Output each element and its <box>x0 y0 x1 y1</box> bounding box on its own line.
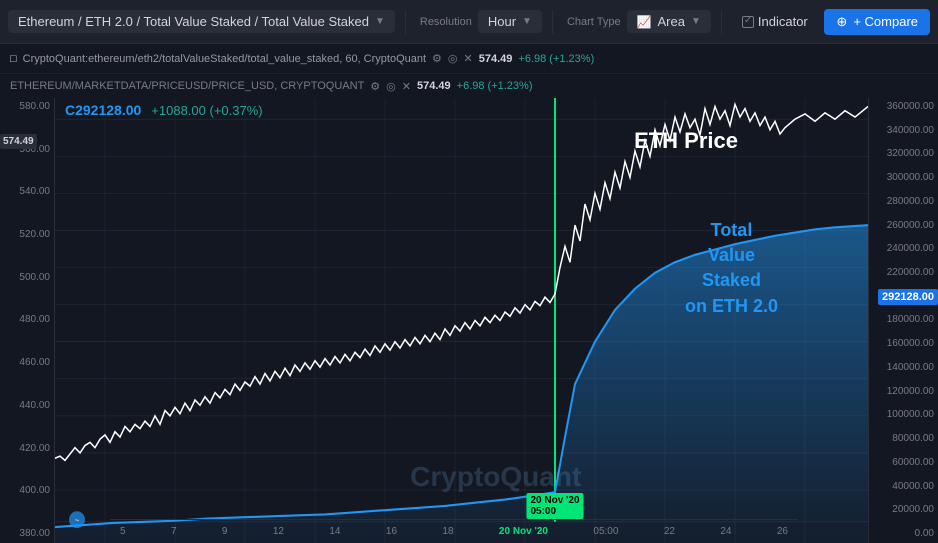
svg-text:~: ~ <box>75 516 80 525</box>
tvs-label: Total Value Staked on ETH 2.0 <box>685 218 778 319</box>
subtitle-square-icon: □ <box>10 53 17 65</box>
subtitle-close-icon[interactable]: ✕ <box>464 52 473 65</box>
current-main-change: +1088.00 (+0.37%) <box>151 103 262 118</box>
left-label-0: 580.00 <box>4 102 50 112</box>
subtitle-bar: □ CryptoQuant:ethereum/eth2/totalValueSt… <box>0 44 938 74</box>
current-value-text: 292128.00 <box>882 291 934 303</box>
subtitle-source: CryptoQuant:ethereum/eth2/totalValueStak… <box>23 53 426 65</box>
right-label-2: 320000.00 <box>873 149 934 159</box>
right-label-18: 0.00 <box>873 529 934 539</box>
indicator-label: Indicator <box>758 14 808 29</box>
compare-button[interactable]: ⊕ + Compare <box>824 9 930 35</box>
second-change: +6.98 (+1.23%) <box>457 80 533 92</box>
left-label-6: 460.00 <box>4 358 50 368</box>
left-label-9: 400.00 <box>4 486 50 496</box>
resolution-dropdown[interactable]: Hour ▼ <box>478 10 542 33</box>
left-label-3: 520.00 <box>4 230 50 240</box>
gear-icon-2[interactable]: ⚙ <box>370 80 380 93</box>
resolution-value: Hour <box>488 14 516 29</box>
right-label-16: 40000.00 <box>873 482 934 492</box>
x-label-11: 26 <box>777 526 788 537</box>
x-label-4: 14 <box>329 526 340 537</box>
green-time-text: 05:00 <box>530 506 556 517</box>
area-icon: 📈 <box>637 15 652 29</box>
indicator-checkbox-icon <box>742 16 754 28</box>
indicator-button[interactable]: Indicator <box>732 10 818 33</box>
topbar: Ethereum / ETH 2.0 / Total Value Staked … <box>0 0 938 44</box>
right-label-17: 20000.00 <box>873 505 934 515</box>
compare-plus-icon: ⊕ <box>836 14 847 30</box>
green-date-label: 20 Nov '20 05:00 <box>526 493 583 519</box>
chart-type-label: Chart Type <box>567 16 621 28</box>
symbol-label: Ethereum / ETH 2.0 / Total Value Staked … <box>18 14 369 29</box>
x-label-10: 24 <box>720 526 731 537</box>
green-date-text: 20 Nov '20 <box>530 495 579 506</box>
current-value-right-badge: 292128.00 <box>878 289 938 305</box>
resolution-chevron-icon: ▼ <box>522 16 532 27</box>
left-label-2: 540.00 <box>4 187 50 197</box>
second-row-source: ETHEREUM/MARKETDATA/PRICEUSD/PRICE_USD, … <box>10 80 364 92</box>
close-icon-2[interactable]: ✕ <box>402 80 411 93</box>
chart-type-dropdown[interactable]: 📈 Area ▼ <box>627 10 711 33</box>
value-header: C292128.00 +1088.00 (+0.37%) <box>65 102 263 118</box>
x-label-5: 16 <box>386 526 397 537</box>
x-label-3: 12 <box>273 526 284 537</box>
left-label-4: 500.00 <box>4 273 50 283</box>
x-label-8: 05:00 <box>593 526 618 537</box>
separator-3 <box>721 10 722 34</box>
tvs-line2: Value <box>708 245 755 265</box>
right-label-9: 180000.00 <box>873 315 934 325</box>
tvs-line4: on ETH 2.0 <box>685 296 778 316</box>
second-row-bar: ETHEREUM/MARKETDATA/PRICEUSD/PRICE_USD, … <box>0 74 938 98</box>
right-label-4: 280000.00 <box>873 197 934 207</box>
resolution-label: Resolution <box>420 16 472 28</box>
second-price: 574.49 <box>417 80 451 92</box>
chart-type-chevron-icon: ▼ <box>691 16 701 27</box>
separator-1 <box>405 10 406 34</box>
x-axis: 5 7 9 12 14 16 18 20 Nov '20 05:00 22 24… <box>110 519 798 543</box>
compare-label: + Compare <box>853 14 918 29</box>
tvs-line3: Staked <box>702 270 761 290</box>
x-label-9: 22 <box>664 526 675 537</box>
left-label-5: 480.00 <box>4 315 50 325</box>
right-label-7: 220000.00 <box>873 268 934 278</box>
left-label-7: 440.00 <box>4 401 50 411</box>
x-label-2: 9 <box>222 526 228 537</box>
right-label-12: 120000.00 <box>873 387 934 397</box>
chart-type-value: Area <box>658 14 685 29</box>
right-label-14: 80000.00 <box>873 434 934 444</box>
current-price-left-badge: 574.49 <box>0 134 37 149</box>
left-label-8: 420.00 <box>4 444 50 454</box>
right-label-10: 160000.00 <box>873 339 934 349</box>
right-label-0: 360000.00 <box>873 102 934 112</box>
right-label-15: 60000.00 <box>873 458 934 468</box>
right-price-axis: 360000.00 340000.00 320000.00 300000.00 … <box>868 98 938 543</box>
symbol-selector[interactable]: Ethereum / ETH 2.0 / Total Value Staked … <box>8 10 395 33</box>
subtitle-eye-icon[interactable]: ◎ <box>448 52 458 65</box>
separator-2 <box>552 10 553 34</box>
right-label-5: 260000.00 <box>873 221 934 231</box>
left-label-10: 380.00 <box>4 529 50 539</box>
right-label-11: 140000.00 <box>873 363 934 373</box>
eye-icon-2[interactable]: ◎ <box>386 80 396 93</box>
subtitle-price: 574.49 <box>479 53 513 65</box>
right-label-3: 300000.00 <box>873 173 934 183</box>
subtitle-gear-icon[interactable]: ⚙ <box>432 52 442 65</box>
eth-price-label: ETH Price <box>634 128 738 154</box>
symbol-chevron-icon: ▼ <box>375 16 385 27</box>
chart-svg: ~ <box>55 98 868 543</box>
x-label-7: 20 Nov '20 <box>499 526 548 537</box>
subtitle-change: +6.98 (+1.23%) <box>518 53 594 65</box>
x-label-0: 5 <box>120 526 126 537</box>
right-label-13: 100000.00 <box>873 410 934 420</box>
x-label-6: 18 <box>442 526 453 537</box>
x-label-1: 7 <box>171 526 177 537</box>
tvs-line1: Total <box>711 220 753 240</box>
chart-svg-area: C292128.00 +1088.00 (+0.37%) ETH Price T… <box>55 98 868 543</box>
right-label-6: 240000.00 <box>873 244 934 254</box>
right-label-1: 340000.00 <box>873 126 934 136</box>
chart-wrapper: 580.00 560.00 540.00 520.00 500.00 480.0… <box>0 98 938 543</box>
left-price-axis: 580.00 560.00 540.00 520.00 500.00 480.0… <box>0 98 55 543</box>
current-main-value: C292128.00 <box>65 102 141 118</box>
